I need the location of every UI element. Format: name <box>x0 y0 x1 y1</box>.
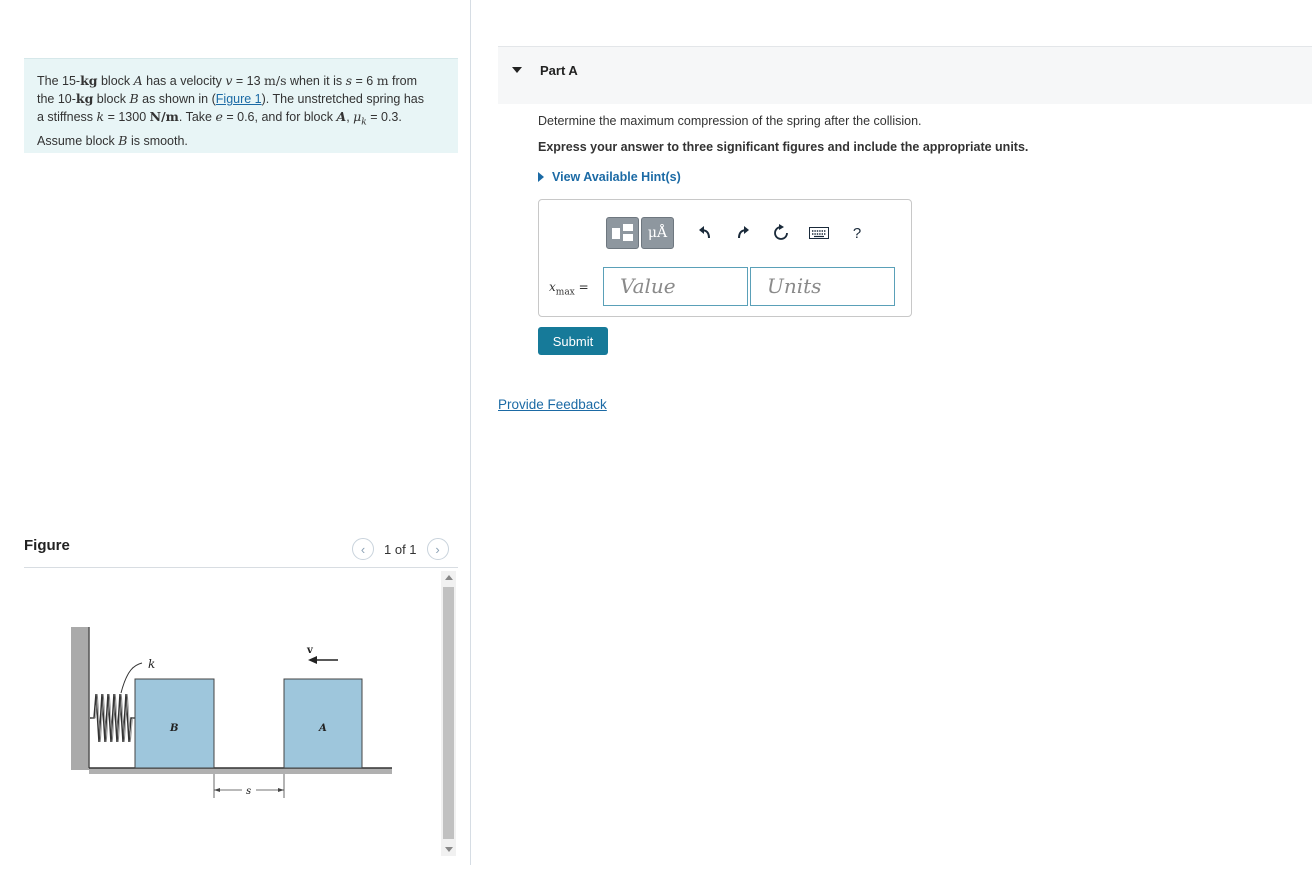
label-v: v <box>306 645 314 656</box>
symbols-button[interactable]: μÅ <box>641 217 674 249</box>
figure-counter: 1 of 1 <box>384 541 417 557</box>
equals: = <box>574 280 589 294</box>
problem-statement: The 15-kg block A has a velocity v = 13 … <box>24 58 458 153</box>
unit-kg: kg <box>75 91 94 106</box>
text: from <box>388 74 418 88</box>
next-figure-button[interactable]: › <box>426 538 449 560</box>
part-title: Part A <box>540 63 578 78</box>
text: is smooth. <box>127 133 188 148</box>
unit-m: m <box>376 73 389 88</box>
text: = 0.6, and for block <box>222 110 337 124</box>
keyboard-icon <box>809 227 829 239</box>
chevron-left-icon: ‹ <box>360 541 366 557</box>
text: when it is <box>286 74 346 88</box>
answer-box: μÅ ? xmax = Value Units <box>538 199 912 317</box>
view-hints-link[interactable]: View Available Hint(s) <box>538 170 681 184</box>
undo-button[interactable] <box>686 217 724 249</box>
label-B: B <box>169 723 178 734</box>
prev-figure-button[interactable]: ‹ <box>352 538 374 560</box>
figure-diagram: k B A v s <box>71 627 392 798</box>
redo-button[interactable] <box>724 217 762 249</box>
keyboard-button[interactable] <box>800 217 838 249</box>
var-A: A <box>133 73 143 88</box>
mu-angstrom-icon: μÅ <box>647 225 668 241</box>
undo-icon <box>699 226 710 239</box>
text: = 1300 <box>104 110 150 124</box>
var-k: k <box>96 109 105 124</box>
units-input[interactable]: Units <box>750 267 895 306</box>
figure-pager: ‹ 1 of 1 › <box>352 538 449 560</box>
ground <box>89 768 392 774</box>
problem-line-4: Assume block B is smooth. <box>37 132 444 150</box>
unit-ms: m/s <box>264 73 287 88</box>
part-a-header[interactable]: Part A <box>498 46 1312 104</box>
var-sub: max <box>555 287 575 298</box>
text: has a velocity <box>142 74 226 88</box>
variable-label: xmax = <box>549 280 589 297</box>
text: = 6 <box>352 74 377 88</box>
text: = 0.3. <box>366 110 402 124</box>
scroll-down-icon[interactable] <box>445 847 453 852</box>
var-A: A <box>336 109 347 124</box>
math-toolbar: μÅ ? <box>606 217 876 249</box>
text: = 13 <box>232 74 265 88</box>
value-input[interactable]: Value <box>603 267 748 306</box>
column-divider <box>470 0 471 865</box>
text: block <box>93 92 130 106</box>
var-x: x <box>549 280 556 294</box>
templates-button[interactable] <box>606 217 639 249</box>
problem-line-2: the 10-kg block B as shown in (Figure 1)… <box>37 90 444 108</box>
var-B: B <box>129 91 139 106</box>
instruction-text: Express your answer to three significant… <box>538 140 1029 154</box>
figure-title: Figure <box>24 537 70 554</box>
text: the 10- <box>37 92 76 106</box>
text: block <box>97 74 134 88</box>
help-button[interactable]: ? <box>838 217 876 249</box>
figure-image: k B A v s <box>24 570 434 865</box>
scroll-thumb[interactable] <box>443 587 454 839</box>
text: The 15- <box>37 74 81 88</box>
label-k: k <box>148 657 155 671</box>
submit-button[interactable]: Submit <box>538 327 608 355</box>
text: . Take <box>178 110 216 124</box>
question-mark-icon: ? <box>852 224 862 242</box>
scroll-up-icon[interactable] <box>445 575 453 580</box>
problem-line-3: a stiffness k = 1300 N/m. Take e = 0.6, … <box>37 108 444 132</box>
reset-icon <box>774 224 788 240</box>
unit-Nm: N/m <box>149 109 179 124</box>
question-text: Determine the maximum compression of the… <box>538 114 922 128</box>
label-A: A <box>318 723 327 734</box>
var-e: e <box>215 109 223 124</box>
label-s: s <box>246 786 251 797</box>
figure-link[interactable]: Figure 1 <box>216 92 262 106</box>
unit-kg: kg <box>80 73 98 88</box>
templates-icon <box>611 224 633 241</box>
chevron-right-icon: › <box>435 541 440 557</box>
reset-button[interactable] <box>762 217 800 249</box>
figure-divider <box>24 567 458 568</box>
collapse-triangle-icon[interactable] <box>512 67 522 73</box>
redo-icon <box>738 226 749 239</box>
text: as shown in ( <box>138 92 216 106</box>
problem-line-1: The 15-kg block A has a velocity v = 13 … <box>37 72 444 90</box>
text: ). The unstretched spring has <box>261 92 425 106</box>
hint-label: View Available Hint(s) <box>552 170 681 184</box>
expand-triangle-icon <box>538 172 544 182</box>
provide-feedback-link[interactable]: Provide Feedback <box>498 397 607 412</box>
text: Assume block <box>37 133 119 148</box>
figure-scrollbar[interactable] <box>441 571 456 856</box>
text: a stiffness <box>37 110 97 124</box>
